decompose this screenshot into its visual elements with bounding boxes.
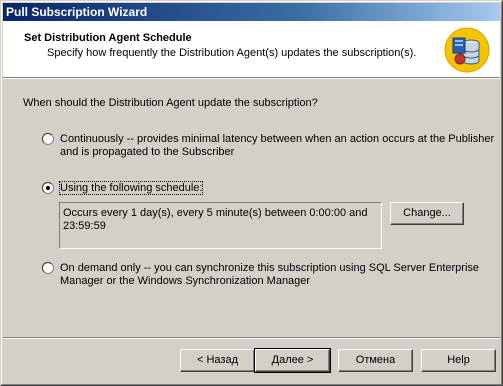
page-title: Set Distribution Agent Schedule (24, 32, 192, 44)
cancel-button[interactable]: Отмена (338, 349, 413, 372)
title-bar[interactable]: Pull Subscription Wizard (3, 3, 500, 21)
schedule-description: Occurs every 1 day(s), every 5 minute(s)… (59, 202, 382, 249)
wizard-header: Set Distribution Agent Schedule Specify … (3, 21, 500, 77)
change-button[interactable]: Change... (390, 202, 464, 225)
schedule-label[interactable]: Using the following schedule: (58, 181, 204, 195)
schedule-label-text: Using the following schedule: (58, 181, 204, 195)
on-demand-radio[interactable] (42, 262, 54, 274)
schedule-question: When should the Distribution Agent updat… (23, 97, 318, 109)
continuously-label-line1: Continuously -- provides minimal latency… (60, 133, 495, 145)
header-separator (3, 77, 500, 79)
database-subscription-icon (444, 27, 490, 73)
on-demand-label-line1: On demand only -- you can synchronize th… (60, 262, 480, 274)
on-demand-label-line2: Manager or the Windows Synchronization M… (60, 275, 311, 287)
window-title: Pull Subscription Wizard (6, 5, 148, 19)
wizard-window: Pull Subscription Wizard Set Distributio… (0, 0, 503, 386)
next-button[interactable]: Далее > (254, 348, 331, 373)
continuously-radio[interactable] (42, 133, 54, 145)
footer-separator (3, 337, 500, 339)
continuously-label-line2: and is propagated to the Subscriber (60, 146, 235, 158)
help-button[interactable]: Help (421, 349, 496, 372)
schedule-text: Occurs every 1 day(s), every 5 minute(s)… (63, 207, 373, 233)
schedule-line2: 23:59:59 (63, 220, 106, 232)
schedule-radio[interactable] (42, 182, 54, 194)
continuously-label[interactable]: Continuously -- provides minimal latency… (60, 133, 494, 159)
on-demand-label[interactable]: On demand only -- you can synchronize th… (60, 262, 479, 288)
back-button[interactable]: < Назад (180, 349, 255, 372)
page-subtitle: Specify how frequently the Distribution … (47, 47, 417, 59)
schedule-line1: Occurs every 1 day(s), every 5 minute(s)… (63, 207, 368, 219)
